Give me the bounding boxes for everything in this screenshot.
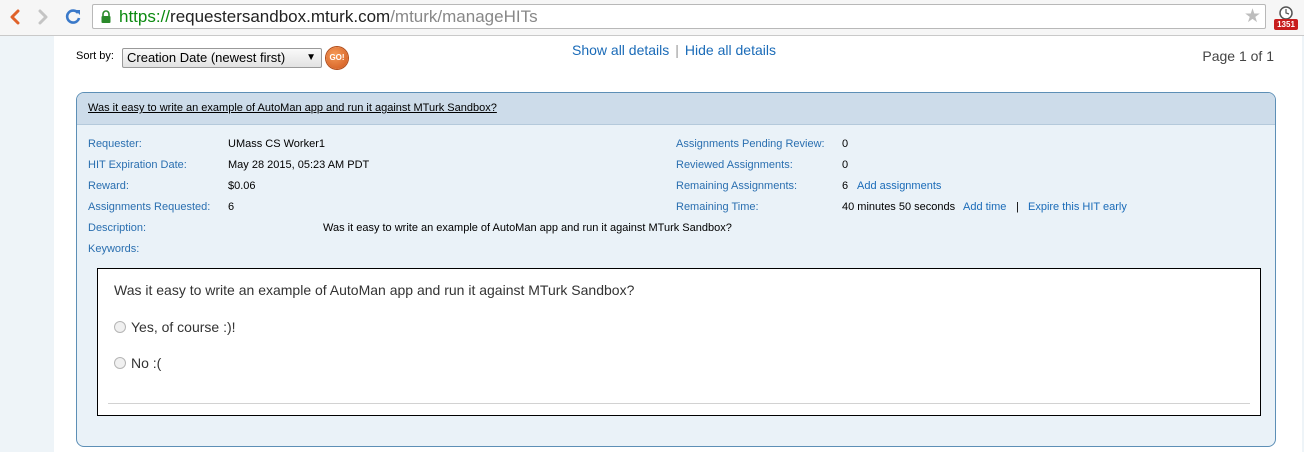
radio-yes[interactable]	[114, 321, 126, 333]
details-links: Show all details | Hide all details	[572, 42, 776, 58]
hit-title-link[interactable]: Was it easy to write an example of AutoM…	[88, 102, 497, 114]
sort-label: Sort by:	[76, 50, 114, 62]
option-yes[interactable]: Yes, of course :)!	[114, 319, 236, 335]
preview-question: Was it easy to write an example of AutoM…	[114, 282, 635, 298]
page-indicator: Page 1 of 1	[1202, 48, 1274, 64]
forward-button[interactable]	[32, 6, 54, 28]
divider	[108, 403, 1250, 404]
expiration-value: May 28 2015, 05:23 AM PDT	[228, 159, 370, 171]
reward-label: Reward:	[88, 180, 129, 192]
remaining-assignments-value: 6	[842, 180, 849, 192]
chevron-right-icon	[38, 9, 48, 25]
hit-preview: Was it easy to write an example of AutoM…	[97, 268, 1261, 416]
add-assignments-link[interactable]: Add assignments	[857, 180, 941, 192]
url-path: /mturk/manageHITs	[390, 7, 538, 26]
browser-toolbar: https://requestersandbox.mturk.com/mturk…	[0, 0, 1304, 36]
clock-icon	[1279, 6, 1293, 20]
reload-icon	[65, 9, 81, 24]
remaining-time-value: 40 minutes 50 seconds	[842, 201, 956, 213]
hide-all-details-link[interactable]: Hide all details	[685, 42, 776, 58]
dropdown-arrow-icon: ▼	[306, 52, 316, 63]
remaining-time-label: Remaining Time:	[676, 201, 759, 213]
extension-badge: 1351	[1274, 19, 1298, 30]
keywords-label: Keywords:	[88, 243, 140, 255]
pending-review-value: 0	[842, 138, 849, 150]
option-yes-label: Yes, of course :)!	[131, 319, 236, 335]
extension-button[interactable]: 1351	[1274, 6, 1298, 32]
reviewed-assignments-value: 0	[842, 159, 849, 171]
expire-hit-early-link[interactable]: Expire this HIT early	[1028, 201, 1127, 213]
go-button[interactable]: GO!	[326, 47, 348, 69]
address-bar[interactable]: https://requestersandbox.mturk.com/mturk…	[92, 4, 1266, 29]
time-links-separator: |	[1016, 201, 1019, 213]
hit-header: Was it easy to write an example of AutoM…	[77, 93, 1275, 125]
add-time-link[interactable]: Add time	[963, 201, 1006, 213]
remaining-assignments-label: Remaining Assignments:	[676, 180, 798, 192]
url-host: requestersandbox.mturk.com	[170, 7, 391, 26]
radio-no[interactable]	[114, 357, 126, 369]
sort-select[interactable]: Creation Date (newest first) ▼	[122, 48, 322, 68]
description-value: Was it easy to write an example of AutoM…	[323, 222, 732, 234]
url-text: https://requestersandbox.mturk.com/mturk…	[119, 7, 538, 27]
expiration-label: HIT Expiration Date:	[88, 159, 187, 171]
back-button[interactable]	[4, 6, 26, 28]
assignments-requested-value: 6	[228, 201, 235, 213]
reviewed-assignments-label: Reviewed Assignments:	[676, 159, 793, 171]
hit-panel: Was it easy to write an example of AutoM…	[76, 92, 1276, 447]
description-label: Description:	[88, 222, 147, 234]
details-separator: |	[675, 42, 679, 58]
reward-value: $0.06	[228, 180, 256, 192]
show-all-details-link[interactable]: Show all details	[572, 42, 669, 58]
url-protocol: https://	[119, 7, 171, 26]
pending-review-label: Assignments Pending Review:	[676, 138, 825, 150]
page-content: Sort by: Creation Date (newest first) ▼ …	[54, 36, 1302, 452]
option-no[interactable]: No :(	[114, 355, 161, 371]
reload-button[interactable]	[62, 6, 84, 28]
bookmark-star-icon[interactable]: ★	[1244, 7, 1261, 27]
option-no-label: No :(	[131, 355, 162, 371]
lock-icon	[101, 10, 111, 23]
requester-label: Requester:	[88, 138, 142, 150]
requester-value: UMass CS Worker1	[228, 138, 325, 150]
sort-select-value: Creation Date (newest first)	[127, 50, 286, 65]
chevron-left-icon	[10, 9, 20, 25]
assignments-requested-label: Assignments Requested:	[88, 201, 211, 213]
